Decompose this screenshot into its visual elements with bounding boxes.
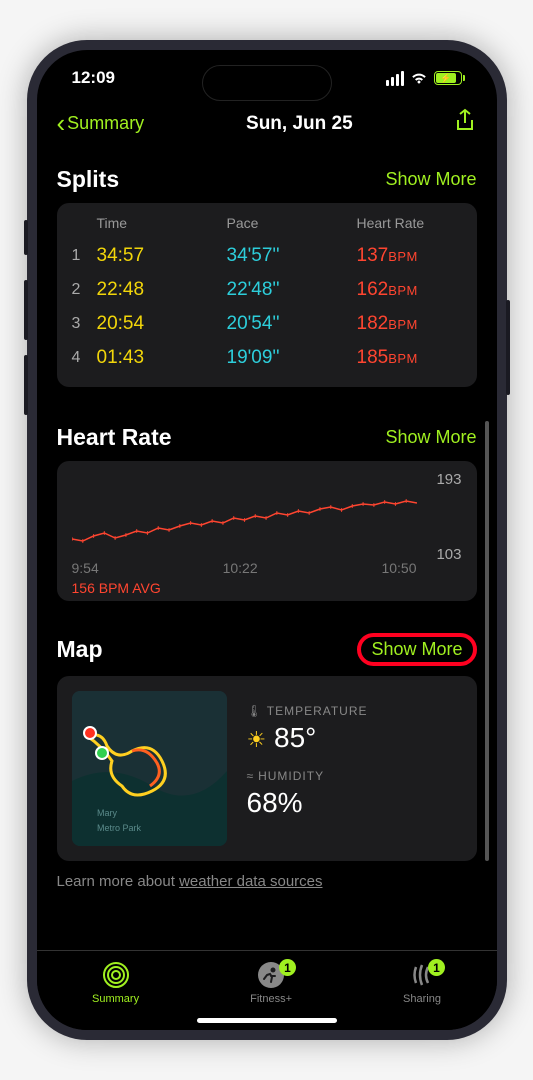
scroll-indicator[interactable] — [485, 421, 489, 861]
sharing-badge: 1 — [428, 959, 445, 976]
split-index: 1 — [72, 247, 97, 265]
tab-sharing-label: Sharing — [403, 993, 441, 1005]
rings-icon — [102, 961, 130, 989]
split-index: 3 — [72, 315, 97, 333]
split-index: 4 — [72, 349, 97, 367]
split-pace: 19'09'' — [227, 347, 357, 369]
humidity-value: 68% — [247, 787, 462, 819]
splits-header: Splits Show More — [57, 154, 477, 203]
splits-show-more-button[interactable]: Show More — [385, 169, 476, 190]
split-hr: 137BPM — [357, 245, 418, 267]
split-pace: 34'57'' — [227, 245, 357, 267]
split-time: 22:48 — [97, 279, 227, 301]
status-icons: ⚡ — [386, 71, 462, 86]
col-hr: Heart Rate — [357, 215, 462, 231]
map-card[interactable]: Mary Metro Park 🌡 TEMPERATURE ☀ 85° — [57, 676, 477, 861]
sun-icon: ☀ — [247, 727, 267, 752]
humidity-label: ≈ HUMIDITY — [247, 769, 462, 783]
tab-summary-label: Summary — [92, 993, 139, 1005]
hr-avg-label: 156 BPM AVG — [72, 580, 161, 596]
volume-up-button — [24, 280, 28, 340]
hr-max-label: 193 — [436, 471, 461, 488]
svg-text:Metro Park: Metro Park — [97, 823, 142, 833]
heart-rate-title: Heart Rate — [57, 424, 172, 451]
split-pace: 22'48'' — [227, 279, 357, 301]
split-hr: 162BPM — [357, 279, 418, 301]
splits-card[interactable]: Time Pace Heart Rate 1 34:57 34'57'' 137… — [57, 203, 477, 387]
split-hr: 185BPM — [357, 347, 418, 369]
heart-rate-card[interactable]: 193 103 9:54 10:22 10:50 — [57, 461, 477, 601]
split-time: 34:57 — [97, 245, 227, 267]
cellular-icon — [386, 71, 404, 86]
heart-rate-header: Heart Rate Show More — [57, 412, 477, 461]
map-header: Map Show More — [57, 621, 477, 676]
hr-time-2: 10:22 — [223, 560, 258, 576]
tab-fitness[interactable]: 1 Fitness+ — [250, 961, 292, 1005]
home-indicator[interactable] — [197, 1018, 337, 1023]
map-thumbnail[interactable]: Mary Metro Park — [72, 691, 227, 846]
share-button[interactable] — [454, 108, 476, 139]
phone-frame: 12:09 ⚡ ‹ Summary Sun, Jun 25 Splits — [27, 40, 507, 1040]
temperature-value: ☀ 85° — [247, 722, 462, 754]
back-label: Summary — [67, 113, 144, 134]
weather-sources-link[interactable]: Learn more about weather data sources — [57, 861, 477, 902]
map-show-more-button[interactable]: Show More — [357, 633, 476, 666]
humidity-icon: ≈ — [247, 769, 255, 783]
wifi-icon — [410, 71, 428, 85]
split-time: 20:54 — [97, 313, 227, 335]
battery-icon: ⚡ — [434, 71, 462, 85]
heart-rate-chart — [72, 491, 417, 551]
mute-switch — [24, 220, 28, 255]
volume-down-button — [24, 355, 28, 415]
map-title: Map — [57, 636, 103, 663]
split-hr: 182BPM — [357, 313, 418, 335]
fitness-badge: 1 — [279, 959, 296, 976]
table-row: 3 20:54 20'54'' 182BPM — [72, 307, 462, 341]
tab-sharing[interactable]: 1 Sharing — [403, 961, 441, 1005]
hr-time-3: 10:50 — [381, 560, 416, 576]
hr-min-label: 103 — [436, 546, 461, 563]
screen: 12:09 ⚡ ‹ Summary Sun, Jun 25 Splits — [37, 50, 497, 1030]
split-time: 01:43 — [97, 347, 227, 369]
power-button — [506, 300, 510, 395]
table-row: 1 34:57 34'57'' 137BPM — [72, 239, 462, 273]
split-index: 2 — [72, 281, 97, 299]
splits-title: Splits — [57, 166, 120, 193]
clock: 12:09 — [72, 68, 115, 88]
col-pace: Pace — [227, 215, 357, 231]
svg-text:Mary: Mary — [97, 808, 117, 818]
back-button[interactable]: ‹ Summary — [57, 108, 145, 139]
heart-rate-show-more-button[interactable]: Show More — [385, 427, 476, 448]
chevron-left-icon: ‹ — [57, 108, 66, 139]
nav-bar: ‹ Summary Sun, Jun 25 — [37, 98, 497, 154]
weather-info: 🌡 TEMPERATURE ☀ 85° ≈ HUMIDITY 68% — [247, 704, 462, 834]
col-time: Time — [97, 215, 227, 231]
thermometer-icon: 🌡 — [247, 704, 263, 718]
dynamic-island — [202, 65, 332, 101]
temperature-label: 🌡 TEMPERATURE — [247, 704, 462, 718]
splits-column-headers: Time Pace Heart Rate — [72, 215, 462, 239]
hr-time-axis: 9:54 10:22 10:50 — [72, 560, 417, 576]
tab-summary[interactable]: Summary — [92, 961, 139, 1005]
table-row: 2 22:48 22'48'' 162BPM — [72, 273, 462, 307]
split-pace: 20'54'' — [227, 313, 357, 335]
table-row: 4 01:43 19'09'' 185BPM — [72, 341, 462, 375]
page-title: Sun, Jun 25 — [246, 113, 353, 135]
tab-fitness-label: Fitness+ — [250, 993, 292, 1005]
hr-time-1: 9:54 — [72, 560, 99, 576]
